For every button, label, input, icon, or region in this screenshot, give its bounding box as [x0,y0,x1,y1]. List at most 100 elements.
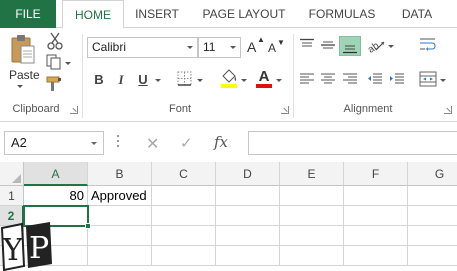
font-group-label: Font [168,103,191,115]
font-name-select[interactable]: Calibri [87,37,198,58]
cell-c3[interactable] [152,226,216,246]
tab-page-layout[interactable]: PAGE LAYOUT [196,0,292,28]
fill-color-icon[interactable] [220,68,238,88]
alignment-dialog-launcher[interactable] [444,106,452,114]
select-all-button[interactable] [0,162,24,186]
cell-f1[interactable] [344,186,408,206]
grow-font-label: A [247,39,257,55]
shrink-font-button[interactable]: A ▼ [268,38,285,55]
cell-e3[interactable] [280,226,344,246]
borders-dropdown-arrow[interactable] [197,79,203,82]
font-size-value: 11 [203,40,216,54]
tab-home[interactable]: HOME [62,0,124,29]
font-name-value: Calibri [92,40,127,54]
cell-b1[interactable]: Approved [88,186,152,206]
alignment-group-label: Alignment [343,103,393,115]
cell-d4[interactable] [216,246,280,266]
grow-font-button[interactable]: A ▲ [247,35,265,55]
cell-b3[interactable] [88,226,152,246]
row-header-1[interactable]: 1 [0,186,24,206]
orientation-icon[interactable]: ab [366,36,386,54]
clipboard-dialog-launcher[interactable] [70,106,78,114]
underline-dropdown-arrow[interactable] [155,79,161,82]
worksheet-grid: A B C D E F G 1 2 3 4 80 Approved [0,162,457,271]
italic-button[interactable]: I [114,72,128,88]
cell-g2[interactable] [408,206,457,226]
align-left-icon[interactable] [299,72,315,86]
paste-button[interactable]: Paste [9,68,40,82]
bold-button[interactable]: B [92,72,106,87]
tab-insert[interactable]: INSERT [128,0,186,28]
cell-a1[interactable]: 80 [24,186,88,206]
align-bottom-button[interactable] [339,36,361,56]
clipboard-group-label: Clipboard [12,103,60,115]
cell-c4[interactable] [152,246,216,266]
decrease-indent-icon[interactable] [367,72,383,86]
merge-center-icon[interactable] [419,71,437,87]
column-header-g[interactable]: G [408,162,457,186]
fill-handle[interactable] [85,223,91,229]
cell-b2[interactable] [88,206,152,226]
format-painter-icon[interactable] [46,76,64,92]
align-right-icon[interactable] [342,72,358,86]
cell-e2[interactable] [280,206,344,226]
paste-dropdown-arrow[interactable] [17,85,23,88]
column-header-d[interactable]: D [216,162,280,186]
font-size-select[interactable]: 11 [198,37,241,58]
font-color-dropdown-arrow[interactable] [276,79,282,82]
align-center-icon[interactable] [320,72,336,86]
cell-f4[interactable] [344,246,408,266]
ribbon-home: Paste Clipboard Calibri 11 A▲ A▼ B I U [0,28,457,122]
increase-indent-icon[interactable] [389,72,405,86]
chevron-down-icon [230,46,236,49]
column-header-b[interactable]: B [88,162,152,186]
name-box-value: A2 [11,135,27,150]
formula-input[interactable] [248,131,457,155]
cancel-icon[interactable]: ✕ [146,134,159,154]
cell-f3[interactable] [344,226,408,246]
cell-e1[interactable] [280,186,344,206]
align-top-icon[interactable] [299,38,315,52]
group-divider [82,34,83,118]
column-header-f[interactable]: F [344,162,408,186]
cell-f2[interactable] [344,206,408,226]
copy-dropdown-arrow[interactable] [65,62,71,65]
wrap-text-icon[interactable] [419,37,437,53]
font-color-label: A [258,68,270,85]
align-middle-icon[interactable] [320,38,336,52]
cell-c1[interactable] [152,186,216,206]
cell-g3[interactable] [408,226,457,246]
underline-button[interactable]: U [136,72,150,87]
font-color-button[interactable]: A [256,68,272,88]
borders-icon[interactable] [177,71,192,86]
cell-g4[interactable] [408,246,457,266]
cut-icon[interactable] [46,32,64,50]
fill-color-dropdown-arrow[interactable] [241,79,247,82]
cell-e4[interactable] [280,246,344,266]
svg-text:P: P [29,231,49,266]
shrink-font-caret-icon: ▼ [277,38,285,47]
cell-g1[interactable] [408,186,457,206]
insert-function-icon[interactable]: fx [214,133,228,151]
cell-d3[interactable] [216,226,280,246]
column-header-c[interactable]: C [152,162,216,186]
cell-d1[interactable] [216,186,280,206]
column-header-e[interactable]: E [280,162,344,186]
tab-formulas[interactable]: FORMULAS [302,0,382,28]
cell-d2[interactable] [216,206,280,226]
shrink-font-label: A [268,41,277,55]
tab-file[interactable]: FILE [0,0,56,28]
enter-icon[interactable]: ✓ [180,134,193,152]
cell-c2[interactable] [152,206,216,226]
cell-b4[interactable] [88,246,152,266]
tab-data[interactable]: DATA [392,0,442,28]
copy-icon[interactable] [46,54,62,70]
merge-dropdown-arrow[interactable] [440,79,446,82]
font-dialog-launcher[interactable] [281,106,289,114]
orientation-dropdown-arrow[interactable] [388,45,394,48]
column-header-a[interactable]: A [24,162,88,186]
formula-bar-resize-handle[interactable] [117,135,120,149]
grow-font-caret-icon: ▲ [257,35,265,44]
name-box[interactable]: A2 [4,131,104,155]
paste-icon[interactable] [10,34,36,66]
